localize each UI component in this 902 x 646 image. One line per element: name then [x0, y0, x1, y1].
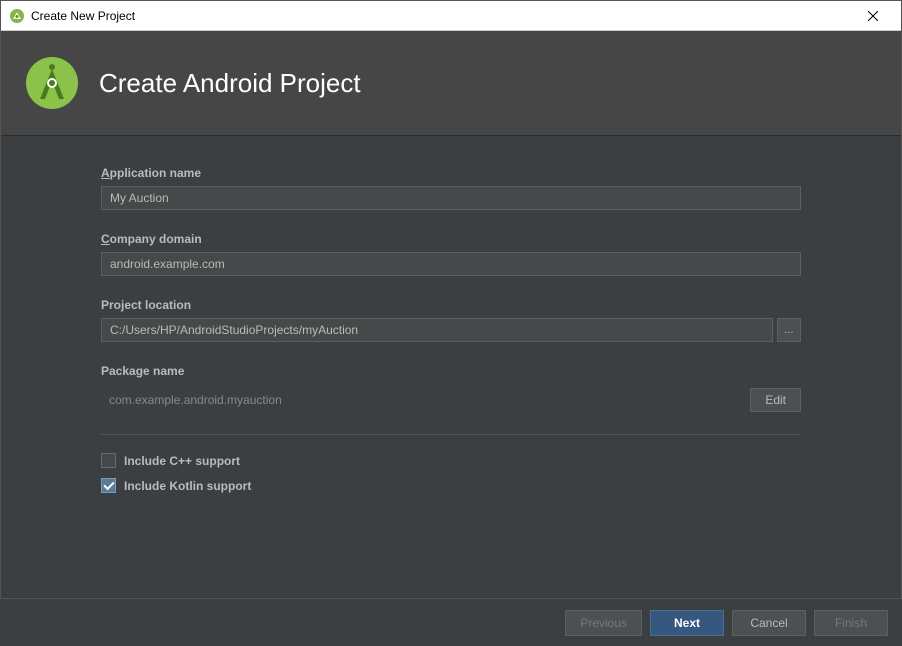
- wizard-header: Create Android Project: [1, 31, 901, 136]
- app-name-group: Application name: [101, 166, 801, 210]
- project-location-label: Project location: [101, 298, 801, 312]
- app-name-label: Application name: [101, 166, 801, 180]
- package-name-label: Package name: [101, 364, 801, 378]
- cpp-support-checkbox[interactable]: Include C++ support: [101, 453, 801, 468]
- app-name-input[interactable]: [101, 186, 801, 210]
- project-location-group: Project location ...: [101, 298, 801, 342]
- cancel-button[interactable]: Cancel: [732, 610, 806, 636]
- titlebar: Create New Project: [1, 1, 901, 31]
- browse-button[interactable]: ...: [777, 318, 801, 342]
- previous-button[interactable]: Previous: [565, 610, 642, 636]
- checkbox-icon: [101, 453, 116, 468]
- finish-button[interactable]: Finish: [814, 610, 888, 636]
- edit-package-button[interactable]: Edit: [750, 388, 801, 412]
- package-name-value: com.example.android.myauction: [101, 393, 282, 407]
- divider: [101, 434, 801, 435]
- app-icon: [9, 8, 25, 24]
- company-domain-group: Company domain: [101, 232, 801, 276]
- page-title: Create Android Project: [99, 68, 361, 99]
- next-button[interactable]: Next: [650, 610, 724, 636]
- cpp-support-label: Include C++ support: [124, 454, 240, 468]
- close-button[interactable]: [853, 2, 893, 30]
- form-content: Application name Company domain Project …: [1, 136, 901, 513]
- wizard-footer: Previous Next Cancel Finish: [0, 598, 902, 646]
- android-studio-icon: [25, 56, 79, 110]
- package-name-group: Package name com.example.android.myaucti…: [101, 364, 801, 412]
- kotlin-support-label: Include Kotlin support: [124, 479, 251, 493]
- kotlin-support-checkbox[interactable]: Include Kotlin support: [101, 478, 801, 493]
- checkbox-checked-icon: [101, 478, 116, 493]
- company-domain-label: Company domain: [101, 232, 801, 246]
- project-location-input[interactable]: [101, 318, 773, 342]
- company-domain-input[interactable]: [101, 252, 801, 276]
- window-title: Create New Project: [31, 9, 853, 23]
